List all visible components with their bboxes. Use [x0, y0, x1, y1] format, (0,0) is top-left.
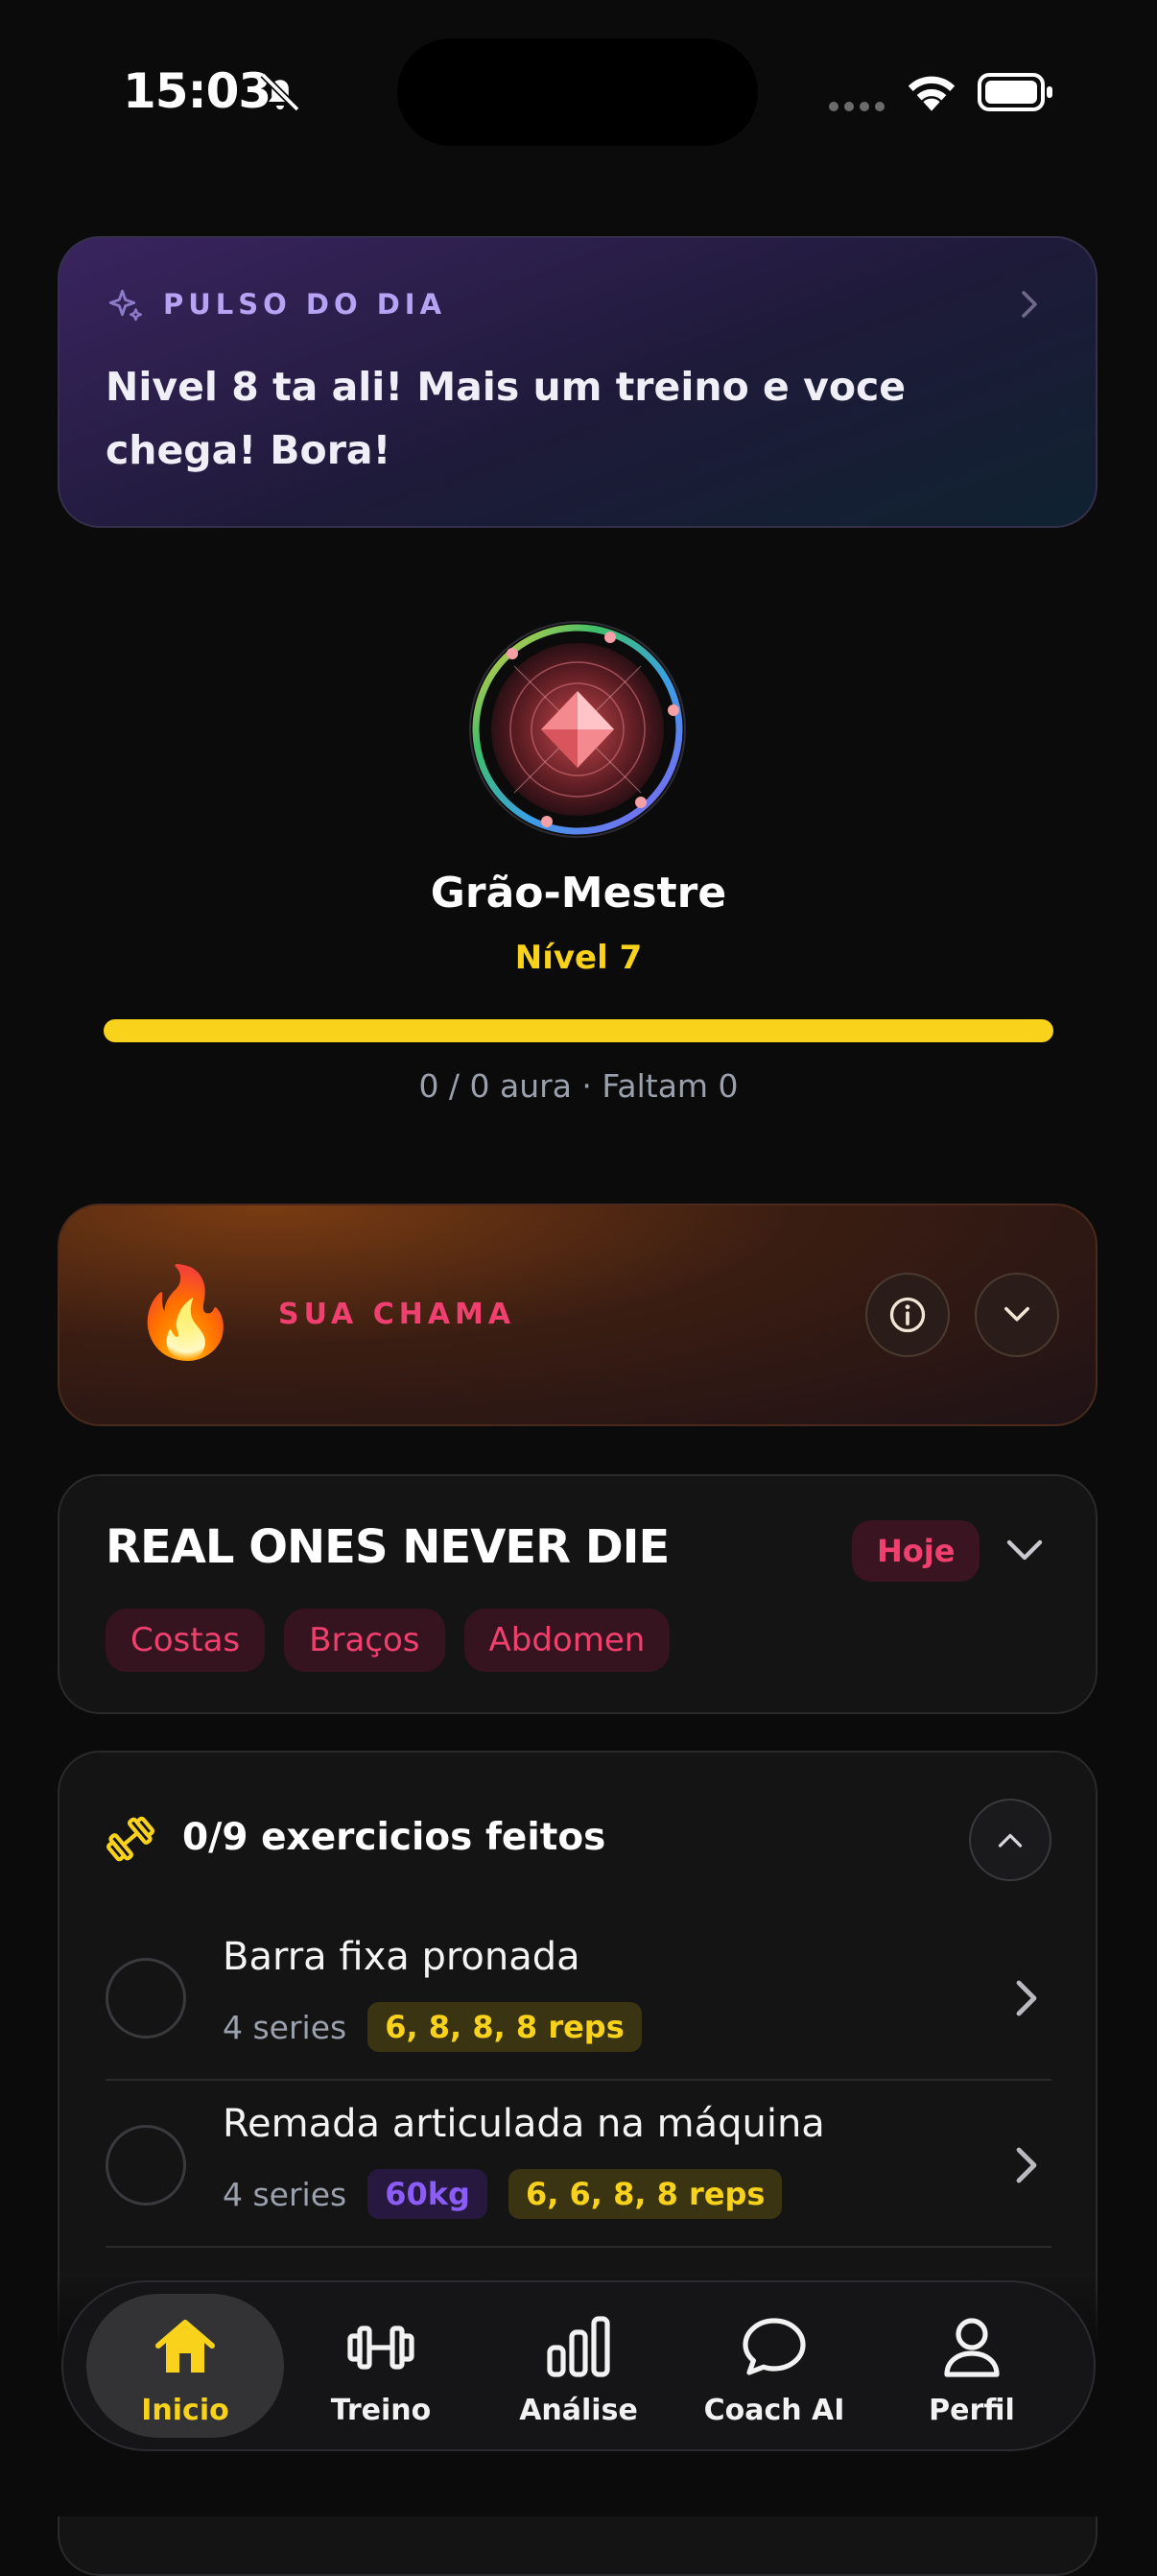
- today-badge: Hoje: [852, 1520, 980, 1582]
- exercise-name: Barra fixa pronada: [223, 1935, 580, 1979]
- exercise-weight: 60kg: [367, 2169, 487, 2219]
- flame-title: SUA CHAMA: [278, 1298, 516, 1331]
- exercise-name: Remada articulada na máquina: [223, 2102, 825, 2146]
- nav-label: Coach AI: [703, 2394, 845, 2427]
- pulse-message: Nivel 8 ta ali! Mais um treino e voce ch…: [106, 364, 907, 473]
- chat-bubble-icon: [743, 2318, 806, 2375]
- chevron-right-icon[interactable]: [1017, 290, 1042, 319]
- exercise-row[interactable]: Remada articulada na máquina 4 series 60…: [106, 2081, 1051, 2248]
- bar-chart-icon: [547, 2316, 610, 2377]
- exercise-series: 4 series: [223, 2175, 347, 2213]
- muscle-tag: Costas: [106, 1609, 266, 1672]
- exercise-row[interactable]: Barra fixa pronada 4 series 6, 8, 8, 8 r…: [106, 1914, 1051, 2081]
- nav-item-treino[interactable]: Treino: [282, 2294, 480, 2438]
- info-icon: [889, 1297, 926, 1333]
- muscle-tag: Abdomen: [463, 1609, 671, 1672]
- exercise-reps: 6, 6, 8, 8 reps: [508, 2169, 783, 2219]
- nav-item-analise[interactable]: Análise: [480, 2294, 677, 2438]
- dumbbell-icon: [106, 1816, 155, 1862]
- collapse-exercises-button[interactable]: [969, 1799, 1051, 1881]
- workout-title: REAL ONES NEVER DIE: [106, 1520, 670, 1574]
- status-time: 15:03: [123, 63, 272, 119]
- cellular-signal-icon: [829, 102, 885, 111]
- rank-emblem-icon: [469, 621, 686, 838]
- exercise-series: 4 series: [223, 2008, 347, 2046]
- battery-icon: [978, 73, 1052, 111]
- exercise-checkbox[interactable]: [106, 1958, 186, 2039]
- flame-icon: 🔥: [130, 1261, 241, 1364]
- nav-label: Inicio: [141, 2394, 229, 2427]
- chevron-up-icon: [998, 1833, 1023, 1848]
- pulse-title: PULSO DO DIA: [163, 288, 447, 321]
- nav-item-perfil[interactable]: Perfil: [873, 2294, 1071, 2438]
- level-progress-bar: [104, 1019, 1053, 1042]
- exercise-checkbox[interactable]: [106, 2125, 186, 2206]
- nav-label: Perfil: [929, 2394, 1015, 2427]
- chevron-right-icon: [1016, 2147, 1037, 2183]
- nav-label: Treino: [330, 2394, 432, 2427]
- muscle-tags: Costas Braços Abdomen: [106, 1609, 671, 1672]
- level-label: Nível 7: [514, 939, 643, 977]
- expand-flame-button[interactable]: [975, 1273, 1059, 1357]
- muscle-tag: Braços: [284, 1609, 445, 1672]
- chevron-right-icon: [1016, 1980, 1037, 2016]
- nav-label: Análise: [519, 2394, 638, 2427]
- chevron-down-icon: [1004, 1306, 1029, 1322]
- info-button[interactable]: [865, 1273, 950, 1357]
- wifi-icon: [908, 76, 956, 111]
- aura-progress-text: 0 / 0 aura · Faltam 0: [418, 1067, 739, 1105]
- chevron-down-icon[interactable]: [1005, 1534, 1044, 1566]
- nav-item-coach-ai[interactable]: Coach AI: [675, 2294, 873, 2438]
- dynamic-island: [397, 38, 758, 146]
- user-icon: [944, 2318, 1000, 2377]
- nav-item-inicio[interactable]: Inicio: [86, 2294, 284, 2438]
- exercise-reps: 6, 8, 8, 8 reps: [367, 2002, 642, 2052]
- exercise-count: 0/9 exercicios feitos: [182, 1816, 606, 1859]
- home-icon: [155, 2320, 215, 2373]
- sparkles-icon: [108, 289, 142, 322]
- dumbbell-icon: [347, 2326, 414, 2370]
- workout-card[interactable]: [58, 1474, 1098, 1714]
- bell-muted-icon: [260, 72, 300, 112]
- rank-name: Grão-Mestre: [430, 869, 727, 918]
